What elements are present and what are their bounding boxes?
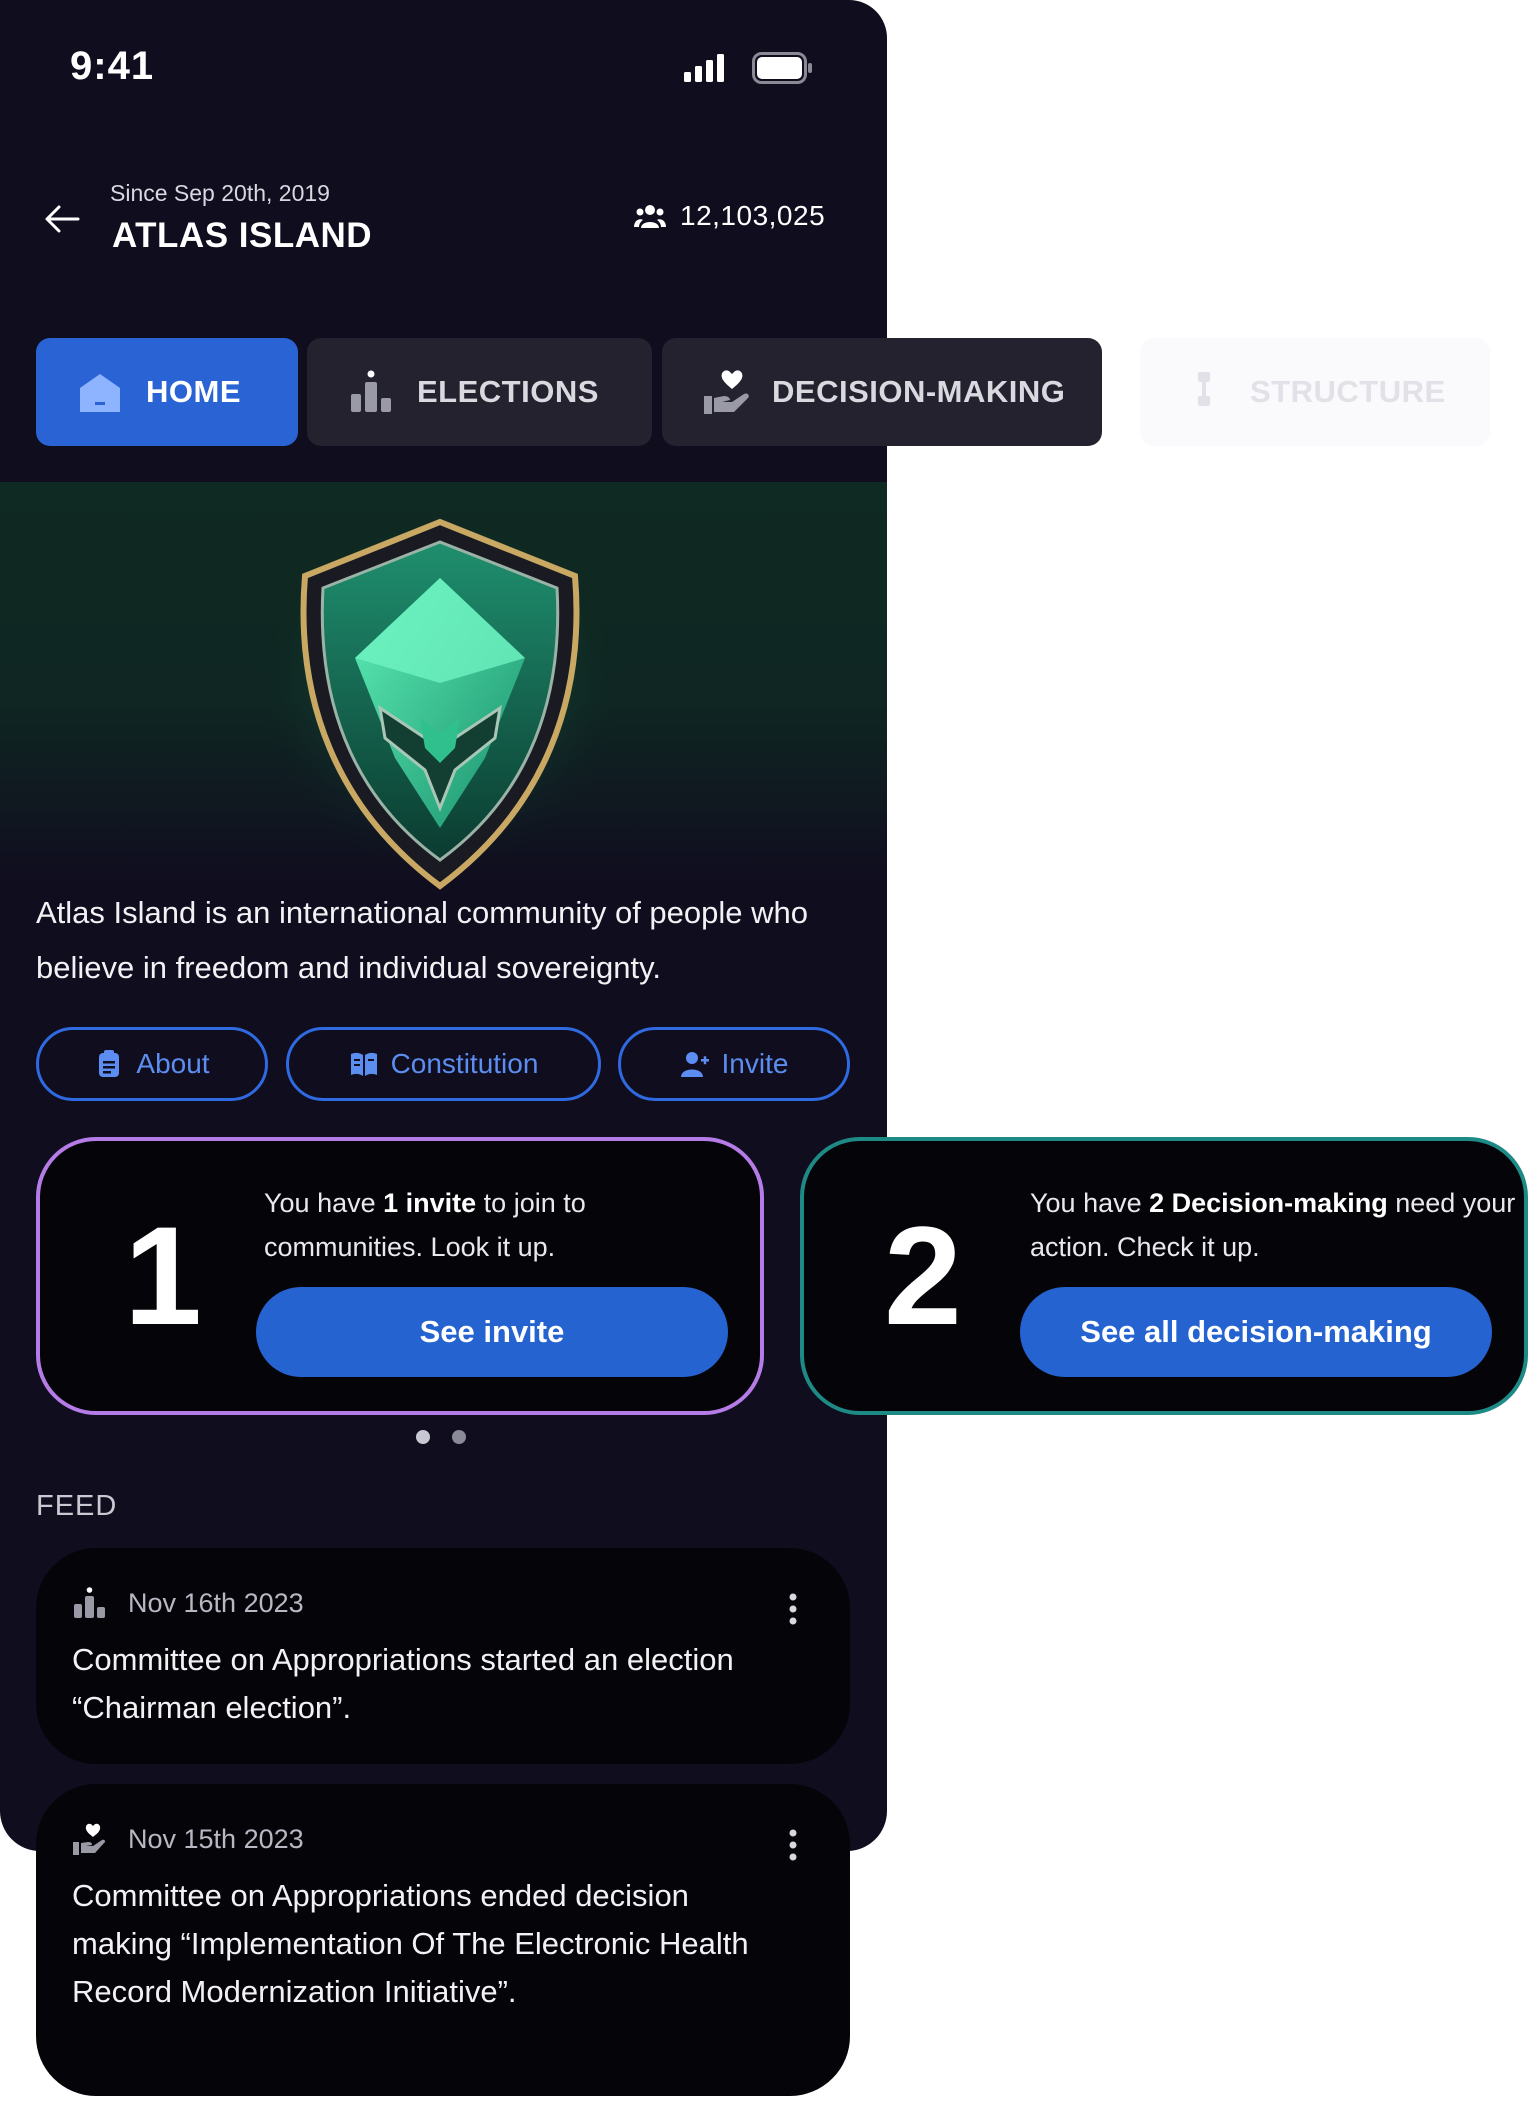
more-vertical-icon[interactable] (788, 1828, 798, 1862)
tab-decision-making[interactable]: DECISION-MAKING (662, 338, 1102, 446)
feed-text: Committee on Appropriations started an e… (72, 1642, 734, 1725)
feed-heading: FEED (36, 1490, 118, 1522)
decision-count: 2 (884, 1197, 962, 1354)
more-vertical-icon[interactable] (788, 1592, 798, 1626)
tab-structure[interactable]: STRUCTURE (1140, 338, 1490, 446)
page-title: ATLAS ISLAND (112, 216, 373, 255)
users-icon (634, 205, 666, 228)
clipboard-icon (99, 1050, 120, 1077)
constitution-button[interactable]: Constitution (286, 1027, 601, 1101)
community-crest (260, 518, 620, 890)
since-date: Since Sep 20th, 2019 (110, 180, 330, 206)
feed-date: Nov 15th 2023 (128, 1823, 304, 1854)
about-label: About (136, 1048, 210, 1079)
back-arrow-icon[interactable] (44, 204, 80, 234)
carousel-dot-1[interactable] (416, 1430, 430, 1444)
member-count: 12,103,025 (634, 200, 825, 232)
action-buttons: About Constitution Invite (0, 1027, 887, 1102)
status-time: 9:41 (70, 44, 155, 88)
ballot-icon (351, 370, 391, 412)
decision-message: You have 2 Decision-making need your act… (1030, 1188, 1516, 1262)
tab-elections-label: ELECTIONS (417, 374, 599, 409)
book-icon (350, 1052, 377, 1076)
invite-message: You have 1 invite to join to communities… (264, 1188, 586, 1262)
tab-elections[interactable]: ELECTIONS (307, 338, 652, 446)
feed-text: Committee on Appropriations ended decisi… (72, 1878, 749, 2009)
add-user-icon (680, 1052, 709, 1077)
feed-meta: Nov 16th 2023 (72, 1586, 304, 1620)
member-count-value: 12,103,025 (680, 200, 826, 231)
invite-label: Invite (721, 1048, 789, 1079)
community-header: Since Sep 20th, 2019 ATLAS ISLAND 12,103… (0, 170, 887, 270)
about-button[interactable]: About (36, 1027, 268, 1101)
decision-card: 2 You have 2 Decision-making need your a… (800, 1137, 1528, 1415)
feed-meta: Nov 15th 2023 (72, 1822, 304, 1856)
invite-button[interactable]: Invite (618, 1027, 850, 1101)
carousel-dots (416, 1430, 466, 1444)
constitution-label: Constitution (390, 1048, 539, 1079)
tab-home-label: HOME (146, 374, 241, 409)
home-icon (80, 374, 120, 412)
status-bar: 9:41 (0, 0, 887, 130)
structure-icon (1198, 372, 1210, 406)
tab-decision-making-label: DECISION-MAKING (772, 374, 1066, 409)
community-description: Atlas Island is an international communi… (36, 895, 808, 985)
tab-bar: HOME ELECTIONS DECISION-MAKING STRUCTURE (0, 338, 1540, 446)
signal-icon (684, 54, 724, 82)
heart-hand-icon (704, 370, 749, 414)
see-all-decision-making-button[interactable]: See all decision-making (1020, 1287, 1492, 1377)
feed-item[interactable]: Nov 15th 2023 Committee on Appropriation… (36, 1784, 850, 2096)
battery-icon (752, 52, 812, 84)
invite-count: 1 (124, 1197, 202, 1354)
feed-date: Nov 16th 2023 (128, 1587, 304, 1618)
tab-home[interactable]: HOME (36, 338, 298, 446)
see-invite-button[interactable]: See invite (256, 1287, 728, 1377)
carousel-dot-2[interactable] (452, 1430, 466, 1444)
heart-hand-icon (73, 1823, 106, 1855)
ballot-icon (74, 1587, 105, 1618)
tab-structure-label: STRUCTURE (1250, 374, 1446, 409)
feed-item[interactable]: Nov 16th 2023 Committee on Appropriation… (36, 1548, 850, 1764)
invite-card: 1 You have 1 invite to join to communiti… (36, 1137, 764, 1415)
